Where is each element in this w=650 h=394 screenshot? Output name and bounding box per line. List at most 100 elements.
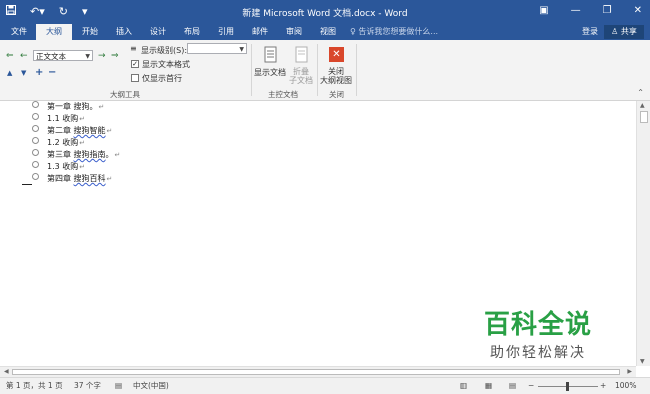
scroll-right-icon[interactable]: ▶ — [627, 368, 632, 375]
promote-to-heading1-icon[interactable]: ⇐ — [6, 51, 14, 61]
outline-bullet-icon[interactable] — [32, 161, 39, 168]
show-level-label: 显示级别(S): — [141, 46, 188, 55]
tab-review[interactable]: 审阅 — [278, 24, 310, 40]
tab-view[interactable]: 视图 — [312, 24, 344, 40]
move-up-icon[interactable]: ▲ — [7, 69, 12, 77]
paragraph-mark: ↵ — [106, 175, 113, 183]
login-button[interactable]: 登录 — [582, 24, 598, 40]
word-count[interactable]: 37 个字 — [74, 381, 101, 391]
scroll-thumb[interactable] — [640, 111, 648, 123]
paragraph-mark: ↵ — [106, 127, 113, 135]
close-outline-view-label: 关闭 大纲视图 — [320, 67, 352, 85]
show-text-format-checkbox[interactable]: ✓ — [131, 60, 139, 68]
restore-icon[interactable]: ❐ — [603, 5, 612, 17]
group-label-outline-tools: 大纲工具 — [110, 90, 140, 99]
close-outline-view-button[interactable]: ✕ 关闭 大纲视图 — [319, 44, 355, 88]
outline-line[interactable]: 第一章 搜狗。↵ — [32, 101, 104, 113]
tab-outline[interactable]: 大纲 — [36, 24, 72, 40]
page-count[interactable]: 第 1 页，共 1 页 — [6, 381, 63, 391]
show-document-label: 显示文档 — [254, 68, 286, 77]
share-label: 共享 — [620, 27, 637, 36]
outline-bullet-icon[interactable] — [32, 149, 39, 156]
outline-bullet-icon[interactable] — [32, 113, 39, 120]
show-level-select[interactable]: ▼ — [187, 43, 247, 54]
tab-file[interactable]: 文件 — [4, 24, 34, 40]
tab-references[interactable]: 引用 — [210, 24, 242, 40]
tab-layout[interactable]: 布局 — [176, 24, 208, 40]
outline-line[interactable]: 第三章 搜狗指南。↵ — [32, 149, 120, 161]
share-button[interactable]: ♙ 共享 — [604, 25, 644, 39]
minimize-icon[interactable]: — — [571, 5, 581, 17]
show-level-icon: ≡ — [130, 44, 137, 53]
show-document-icon — [264, 46, 277, 63]
horizontal-scrollbar[interactable]: ◀ ▶ — [0, 366, 636, 377]
outline-line[interactable]: 1.1 收购↵ — [32, 113, 85, 125]
status-bar: 第 1 页，共 1 页 37 个字 ▤ 中文(中国) ▥ ▦ ▤ − + 100… — [0, 377, 650, 394]
collapse-subdocs-label: 折叠 子文档 — [289, 67, 313, 85]
outline-line[interactable]: 1.3 收购↵ — [32, 161, 85, 173]
show-first-line-label: 仅显示首行 — [142, 74, 182, 83]
show-document-button[interactable]: 显示文档 — [254, 44, 288, 84]
watermark-subtitle: 助你轻松解决 — [490, 345, 586, 361]
paragraph-mark: ↵ — [114, 151, 121, 159]
collapse-subdocs-button[interactable]: 折叠 子文档 — [288, 44, 316, 88]
title-bar: ↶▾ ↻ ▾ 新建 Microsoft Word 文档.docx - Word … — [0, 0, 650, 24]
outline-line[interactable]: 第四章 搜狗百科↵ — [32, 173, 112, 185]
outline-level-value: 正文文本 — [36, 52, 66, 61]
zoom-out-icon[interactable]: − — [528, 381, 534, 391]
proofing-icon[interactable]: ▤ — [115, 381, 122, 391]
group-label-close: 关闭 — [329, 90, 344, 99]
person-icon: ♙ — [611, 27, 619, 36]
web-layout-icon[interactable]: ▤ — [509, 381, 516, 391]
tell-me-box[interactable]: ♀ 告诉我您想要做什么... — [350, 24, 438, 40]
chevron-down-icon: ▼ — [239, 46, 244, 53]
outline-bullet-icon[interactable] — [32, 125, 39, 132]
outline-bullet-icon[interactable] — [32, 173, 39, 180]
group-divider — [251, 44, 252, 96]
outline-line[interactable]: 第二章 搜狗智能↵ — [32, 125, 112, 137]
zoom-slider-thumb[interactable] — [566, 382, 569, 391]
zoom-in-icon[interactable]: + — [600, 381, 606, 391]
demote-to-body-icon[interactable]: ⇒ — [111, 51, 119, 61]
close-icon[interactable]: ✕ — [634, 5, 642, 17]
outline-bullet-icon[interactable] — [32, 101, 39, 108]
group-divider — [317, 44, 318, 96]
promote-icon[interactable]: ← — [20, 51, 28, 61]
print-layout-icon[interactable]: ▦ — [485, 381, 492, 391]
ribbon-display-icon[interactable]: ▣ — [539, 5, 548, 17]
read-mode-icon[interactable]: ▥ — [460, 381, 467, 391]
show-text-format-label: 显示文本格式 — [142, 60, 190, 69]
tab-insert[interactable]: 插入 — [108, 24, 140, 40]
outline-bullet-icon[interactable] — [32, 137, 39, 144]
insertion-cursor — [22, 184, 32, 185]
paragraph-mark: ↵ — [79, 115, 86, 123]
collapse-icon[interactable]: − — [48, 67, 56, 78]
tell-me-text: 告诉我您想要做什么... — [358, 27, 439, 36]
chevron-down-icon: ▼ — [85, 53, 90, 60]
group-label-master-doc: 主控文档 — [268, 90, 298, 99]
close-outline-icon: ✕ — [329, 47, 344, 62]
expand-icon[interactable]: + — [35, 67, 43, 78]
show-first-line-checkbox[interactable] — [131, 74, 139, 82]
scroll-up-icon[interactable]: ▲ — [640, 102, 645, 109]
scroll-down-icon[interactable]: ▼ — [640, 358, 645, 365]
outline-line[interactable]: 1.2 收购↵ — [32, 137, 85, 149]
demote-icon[interactable]: → — [98, 51, 106, 61]
collapse-subdocs-icon — [295, 46, 308, 63]
language-status[interactable]: 中文(中国) — [133, 381, 169, 391]
tab-design[interactable]: 设计 — [142, 24, 174, 40]
paragraph-mark: ↵ — [79, 163, 86, 171]
lightbulb-icon: ♀ — [350, 27, 356, 36]
scroll-left-icon[interactable]: ◀ — [4, 368, 9, 375]
vertical-scrollbar[interactable]: ▲ ▼ — [636, 101, 650, 366]
zoom-level[interactable]: 100% — [615, 381, 636, 391]
outline-level-select[interactable]: 正文文本 ▼ — [33, 50, 93, 61]
group-divider — [356, 44, 357, 96]
tab-home[interactable]: 开始 — [74, 24, 106, 40]
tab-mailings[interactable]: 邮件 — [244, 24, 276, 40]
collapse-ribbon-icon[interactable]: ⌃ — [637, 88, 644, 97]
ribbon: ⇐ ← 正文文本 ▼ → ⇒ ▲ ▼ + − ≡ 显示级别(S): ▼ ✓ 显示… — [0, 40, 650, 101]
scroll-thumb[interactable] — [12, 369, 620, 375]
move-down-icon[interactable]: ▼ — [21, 69, 26, 77]
watermark-title: 百科全说 — [484, 310, 593, 340]
